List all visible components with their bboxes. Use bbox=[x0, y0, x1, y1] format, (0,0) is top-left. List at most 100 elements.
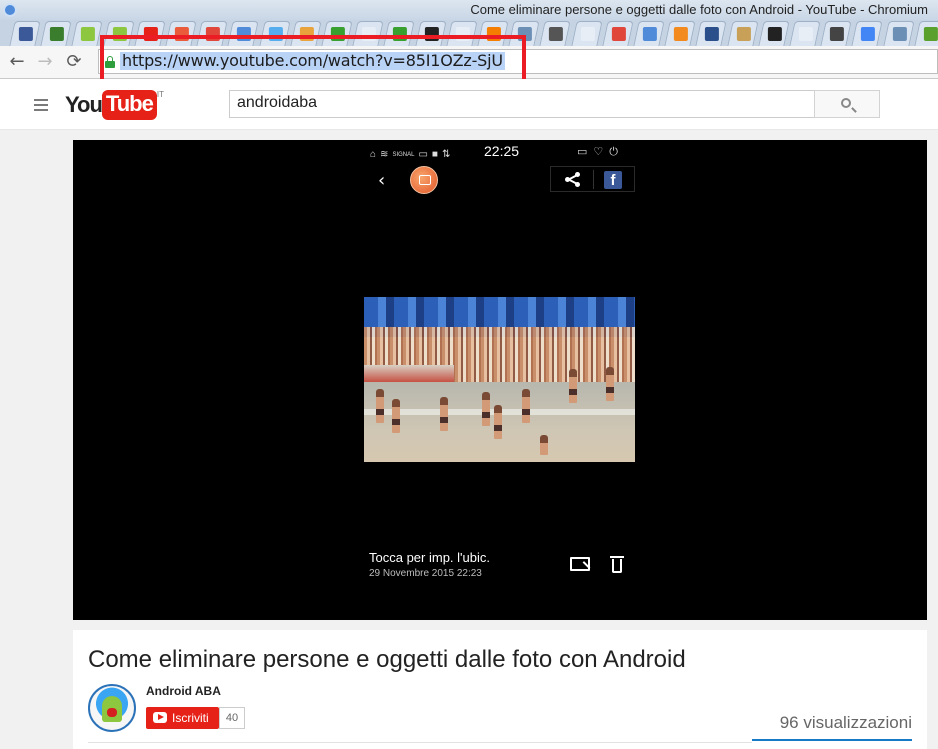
browser-tab[interactable] bbox=[258, 21, 291, 46]
tools-icon bbox=[518, 27, 533, 41]
browser-tab[interactable] bbox=[602, 21, 634, 46]
channel-avatar[interactable] bbox=[88, 684, 136, 732]
status-icon: ▭ bbox=[418, 149, 428, 161]
browser-tab[interactable] bbox=[539, 21, 572, 46]
chip-icon bbox=[50, 27, 65, 41]
youtube-logo[interactable]: You Tube IT bbox=[65, 90, 164, 120]
status-icon: ▭ bbox=[577, 146, 588, 158]
status-icon: ≋ bbox=[380, 149, 389, 161]
tab-strip[interactable] bbox=[0, 20, 938, 46]
gallery-app-icon bbox=[410, 166, 438, 194]
video-title: Come eliminare persone e oggetti dalle f… bbox=[88, 646, 686, 673]
phone-clock: 22:25 bbox=[484, 143, 520, 159]
android-icon bbox=[81, 27, 96, 41]
chromium-icon bbox=[3, 3, 17, 17]
status-icon: ⌂ bbox=[370, 149, 377, 161]
facebook-icon bbox=[18, 27, 33, 41]
browser-tab[interactable] bbox=[102, 21, 135, 46]
photo-caption: Tocca per imp. l'ubic. bbox=[369, 550, 490, 565]
android-icon bbox=[112, 27, 127, 41]
document-icon bbox=[580, 27, 595, 41]
browser-tab[interactable] bbox=[196, 21, 228, 46]
browser-tab[interactable] bbox=[352, 21, 384, 46]
browser-tab[interactable] bbox=[914, 21, 938, 46]
youtube-header: You Tube IT androidaba bbox=[0, 79, 938, 130]
steam-icon bbox=[830, 27, 845, 41]
browser-tab[interactable] bbox=[695, 21, 728, 46]
search-icon bbox=[841, 98, 851, 108]
phone-status-bar: ⌂ ≋ SIGNAL ▭ ■ ⇅ 22:25 ▭ ♡ ⏻ bbox=[73, 143, 927, 161]
subscribe-button[interactable]: Iscriviti bbox=[146, 707, 219, 729]
green-circle-icon bbox=[330, 27, 345, 41]
download-icon bbox=[674, 27, 689, 41]
calendar-icon bbox=[174, 27, 189, 41]
document-icon bbox=[455, 27, 470, 41]
youtube-play-icon bbox=[153, 712, 167, 723]
google-icon bbox=[861, 27, 876, 41]
view-count: 96 visualizzazioni bbox=[779, 713, 912, 732]
browser-tab[interactable] bbox=[321, 21, 353, 46]
status-icons-left: ⌂ ≋ SIGNAL ▭ ■ ⇅ bbox=[370, 146, 470, 161]
browser-tab[interactable] bbox=[165, 21, 197, 46]
browser-tab[interactable] bbox=[227, 21, 260, 46]
browser-toolbar: ← → ⟳ https://www.youtube.com/watch?v=85… bbox=[0, 46, 938, 79]
share-divider bbox=[593, 170, 594, 189]
video-player[interactable]: ⌂ ≋ SIGNAL ▭ ■ ⇅ 22:25 ▭ ♡ ⏻ ‹ f Tocca per imp.… bbox=[73, 140, 927, 620]
views-underline bbox=[752, 739, 912, 741]
browser-tab[interactable] bbox=[477, 21, 509, 46]
video-info-card: Come eliminare persone e oggetti dalle f… bbox=[73, 630, 927, 749]
document-icon bbox=[362, 27, 377, 41]
reload-button[interactable]: ⟳ bbox=[63, 51, 85, 73]
status-icon: ♡ bbox=[593, 146, 604, 158]
browser-tab[interactable] bbox=[446, 21, 478, 46]
translate-icon bbox=[642, 27, 657, 41]
browser-tab[interactable] bbox=[9, 21, 41, 46]
browser-tab[interactable] bbox=[134, 21, 166, 46]
subscribe-label: Iscriviti bbox=[172, 711, 209, 725]
share-icon bbox=[565, 172, 581, 187]
browser-tab[interactable] bbox=[570, 21, 603, 46]
browser-tab[interactable] bbox=[508, 21, 540, 46]
hamburger-menu-icon[interactable] bbox=[34, 99, 48, 111]
channel-name[interactable]: Android ABA bbox=[146, 684, 221, 698]
phone-back-icon: ‹ bbox=[378, 170, 386, 191]
android-icon bbox=[549, 27, 564, 41]
window-titlebar: Come eliminare persone e oggetti dalle f… bbox=[0, 0, 938, 20]
browser-tab[interactable] bbox=[882, 21, 915, 46]
browser-tab[interactable] bbox=[820, 21, 852, 46]
wrench-icon bbox=[299, 27, 314, 41]
address-bar[interactable]: https://www.youtube.com/watch?v=85I1OZz-… bbox=[98, 49, 938, 74]
blogger-icon bbox=[486, 27, 501, 41]
leaf-icon bbox=[923, 27, 938, 41]
browser-tab[interactable] bbox=[383, 21, 416, 46]
browser-tab[interactable] bbox=[851, 21, 884, 46]
url-text[interactable]: https://www.youtube.com/watch?v=85I1OZz-… bbox=[120, 52, 505, 70]
film-icon bbox=[424, 27, 439, 41]
browser-tab[interactable] bbox=[664, 21, 696, 46]
browser-tab[interactable] bbox=[71, 21, 104, 46]
green-circle-icon bbox=[393, 27, 408, 41]
status-icons-right: ▭ ♡ ⏻ bbox=[577, 145, 637, 159]
browser-tab[interactable] bbox=[290, 21, 322, 46]
trash-icon bbox=[610, 556, 624, 573]
window-title: Come eliminare persone e oggetti dalle f… bbox=[470, 2, 928, 17]
logo-tube: Tube bbox=[101, 90, 157, 120]
status-icon: ⏻ bbox=[609, 146, 618, 158]
search-button[interactable] bbox=[814, 90, 880, 118]
browser-tab[interactable] bbox=[758, 21, 790, 46]
status-icon: ⇅ bbox=[441, 149, 451, 161]
logo-region: IT bbox=[156, 90, 164, 99]
browser-tab[interactable] bbox=[789, 21, 821, 46]
lock-icon[interactable] bbox=[105, 56, 115, 68]
browser-tab[interactable] bbox=[726, 21, 759, 46]
forward-button[interactable]: → bbox=[34, 51, 56, 73]
play-icon bbox=[237, 27, 252, 41]
browser-tab[interactable] bbox=[633, 21, 665, 46]
browser-tab[interactable] bbox=[414, 21, 447, 46]
logo-you: You bbox=[65, 92, 103, 117]
youtube-icon bbox=[143, 27, 158, 41]
search-input[interactable]: androidaba bbox=[229, 90, 815, 118]
edit-photo-icon bbox=[570, 557, 590, 571]
browser-tab[interactable] bbox=[40, 21, 72, 46]
back-button[interactable]: ← bbox=[6, 51, 28, 73]
